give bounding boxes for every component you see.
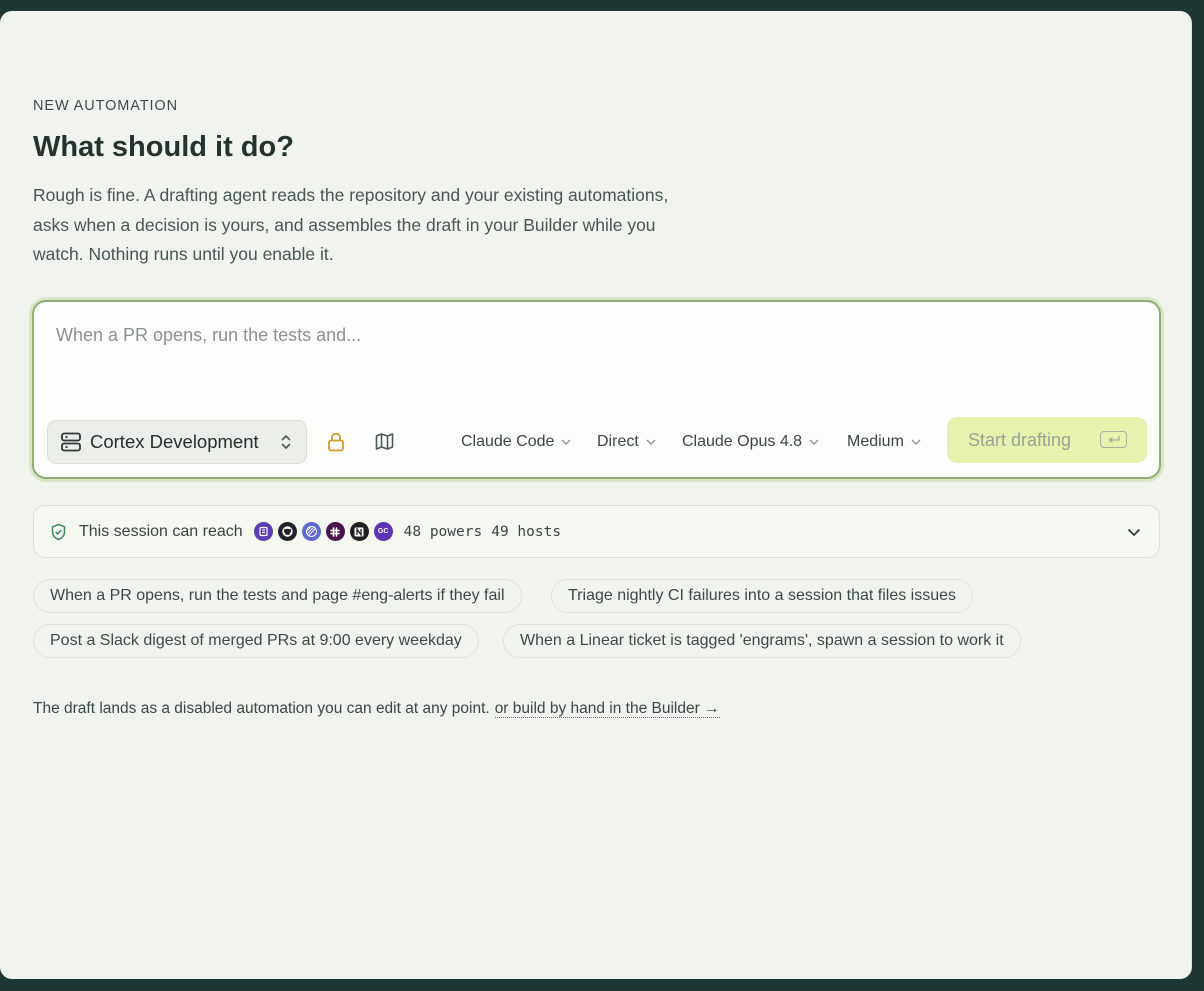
automation-composer: Cortex Development Claude Code <box>32 300 1161 479</box>
page-title: What should it do? <box>33 131 294 163</box>
gc-icon: GC <box>373 522 393 541</box>
model-dropdown[interactable]: Claude Opus 4.8 <box>682 433 819 451</box>
chevron-down-icon <box>561 439 571 445</box>
powers-count: 48 powers <box>403 523 483 540</box>
footnote-text: The draft lands as a disabled automation… <box>33 700 490 717</box>
slack-icon <box>325 522 345 541</box>
model-label: Claude Opus 4.8 <box>682 433 803 450</box>
linear-icon <box>301 522 321 541</box>
new-automation-panel: NEW AUTOMATION What should it do? Rough … <box>0 11 1192 979</box>
chevron-down-icon[interactable] <box>1127 524 1141 542</box>
chevron-updown-icon <box>280 433 292 456</box>
enter-key-icon <box>1100 431 1127 448</box>
effort-label: Medium <box>847 433 904 450</box>
agent-label: Claude Code <box>461 433 555 450</box>
mcp-server-icon <box>253 522 273 541</box>
suggestion-chip[interactable]: When a Linear ticket is tagged 'engrams'… <box>503 624 1021 658</box>
map-icon[interactable] <box>375 432 394 451</box>
page-description: Rough is fine. A drafting agent reads th… <box>33 185 669 264</box>
eyebrow-label: NEW AUTOMATION <box>33 98 178 114</box>
integration-avatars: GC <box>253 522 393 541</box>
shield-check-icon <box>50 523 67 541</box>
notion-icon <box>349 522 369 541</box>
hosts-count: 49 hosts <box>491 523 562 540</box>
chevron-down-icon <box>809 439 819 445</box>
reach-label: This session can reach <box>79 522 243 540</box>
mode-dropdown[interactable]: Direct <box>597 433 656 451</box>
suggestion-chip[interactable]: Triage nightly CI failures into a sessio… <box>551 579 974 613</box>
server-icon <box>60 431 82 453</box>
build-by-hand-link[interactable]: or build by hand in the Builder → <box>494 700 720 718</box>
suggestion-chip[interactable]: Post a Slack digest of merged PRs at 9:0… <box>33 624 479 658</box>
chevron-down-icon <box>646 439 656 445</box>
footnote: The draft lands as a disabled automation… <box>33 700 720 718</box>
session-reach-bar[interactable]: This session can reach GC 48 powers 49 h… <box>33 505 1160 558</box>
workspace-name: Cortex Development <box>90 431 259 452</box>
workspace-select[interactable]: Cortex Development <box>47 420 307 464</box>
agent-dropdown[interactable]: Claude Code <box>461 433 571 451</box>
effort-dropdown[interactable]: Medium <box>847 433 921 451</box>
mode-label: Direct <box>597 433 639 450</box>
start-drafting-button[interactable]: Start drafting <box>947 417 1147 463</box>
suggestion-chip[interactable]: When a PR opens, run the tests and page … <box>33 579 522 613</box>
lock-icon[interactable] <box>327 432 345 452</box>
automation-prompt-input[interactable] <box>54 324 1138 347</box>
chevron-down-icon <box>911 439 921 445</box>
github-icon <box>277 522 297 541</box>
start-drafting-label: Start drafting <box>968 429 1072 450</box>
